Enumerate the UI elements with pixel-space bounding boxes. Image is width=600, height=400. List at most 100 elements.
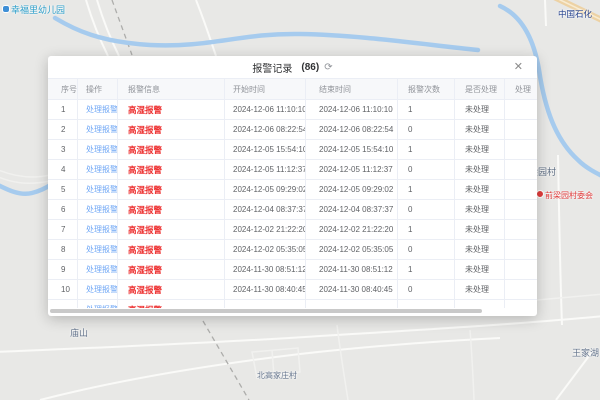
cell-status: 未处理 <box>455 120 505 140</box>
cell-handle <box>505 300 537 308</box>
cell-status: 未处理 <box>455 100 505 120</box>
alarm-type-label: 高湿报警 <box>118 140 225 160</box>
cell-seq: 9 <box>48 260 78 280</box>
handle-alarm-link[interactable]: 处理报警 <box>78 280 118 300</box>
cell-handle <box>505 100 537 120</box>
alarm-type-label: 高湿报警 <box>118 200 225 220</box>
cell-end-time: 2024-11-30 08:51:12 <box>306 260 398 280</box>
handle-alarm-link[interactable]: 处理报警 <box>78 140 118 160</box>
cell-start-time: 2024-12-06 08:22:54 <box>225 120 306 140</box>
cell-end-time: 2024-12-02 05:35:05 <box>306 240 398 260</box>
handle-alarm-link[interactable]: 处理报警 <box>78 100 118 120</box>
cell-handle <box>505 200 537 220</box>
cell-start-time: 2024-12-02 05:35:05 <box>225 240 306 260</box>
cell-end-time: 2024-12-06 08:22:54 <box>306 120 398 140</box>
cell-alarm-count <box>398 300 455 308</box>
cell-start-time <box>225 300 306 308</box>
col-header-info: 报警信息 <box>118 79 225 100</box>
table-row: 6 处理报警 高湿报警 2024-12-04 08:37:37 2024-12-… <box>48 200 537 220</box>
cell-start-time: 2024-12-05 09:29:02 <box>225 180 306 200</box>
cell-start-time: 2024-12-04 08:37:37 <box>225 200 306 220</box>
cell-seq: 6 <box>48 200 78 220</box>
cell-status: 未处理 <box>455 140 505 160</box>
table-row: 2 处理报警 高湿报警 2024-12-06 08:22:54 2024-12-… <box>48 120 537 140</box>
table-row: 10 处理报警 高湿报警 2024-11-30 08:40:45 2024-11… <box>48 280 537 300</box>
col-header-seq: 序号 <box>48 79 78 100</box>
cell-handle <box>505 240 537 260</box>
handle-alarm-link[interactable]: 处理报警 <box>78 120 118 140</box>
cell-alarm-count: 1 <box>398 100 455 120</box>
cell-seq: 1 <box>48 100 78 120</box>
cell-start-time: 2024-11-30 08:40:45 <box>225 280 306 300</box>
cell-end-time: 2024-12-05 09:29:02 <box>306 180 398 200</box>
handle-alarm-link[interactable]: 处理报警 <box>78 200 118 220</box>
col-header-count: 报警次数 <box>398 79 455 100</box>
alarm-type-label: 高湿报警 <box>118 160 225 180</box>
modal-header: 报警记录 (86) ⟳ ✕ <box>48 56 537 78</box>
cell-start-time: 2024-12-02 21:22:20 <box>225 220 306 240</box>
table-row: 处理报警 高湿报警 <box>48 300 537 308</box>
table-row: 7 处理报警 高湿报警 2024-12-02 21:22:20 2024-12-… <box>48 220 537 240</box>
cell-start-time: 2024-12-05 15:54:10 <box>225 140 306 160</box>
cell-alarm-count: 0 <box>398 120 455 140</box>
cell-status: 未处理 <box>455 220 505 240</box>
cell-status: 未处理 <box>455 160 505 180</box>
alarm-type-label: 高湿报警 <box>118 300 225 308</box>
alarm-type-label: 高湿报警 <box>118 240 225 260</box>
handle-alarm-link[interactable]: 处理报警 <box>78 220 118 240</box>
alarm-count-badge: (86) <box>301 62 319 73</box>
cell-alarm-count: 0 <box>398 240 455 260</box>
cell-seq: 2 <box>48 120 78 140</box>
map-label-kindergarten: 幸福里幼儿园 <box>11 6 65 15</box>
cell-end-time: 2024-12-06 11:10:10 <box>306 100 398 120</box>
cell-status: 未处理 <box>455 200 505 220</box>
cell-alarm-count: 0 <box>398 200 455 220</box>
table-row: 5 处理报警 高湿报警 2024-12-05 09:29:02 2024-12-… <box>48 180 537 200</box>
cell-handle <box>505 140 537 160</box>
col-header-end: 结束时间 <box>306 79 398 100</box>
cell-end-time: 2024-12-02 21:22:20 <box>306 220 398 240</box>
cell-alarm-count: 0 <box>398 280 455 300</box>
village-committee-poi-icon <box>536 190 544 198</box>
cell-start-time: 2024-12-05 11:12:37 <box>225 160 306 180</box>
handle-alarm-link[interactable]: 处理报警 <box>78 300 118 308</box>
cell-alarm-count: 1 <box>398 180 455 200</box>
alarm-type-label: 高湿报警 <box>118 100 225 120</box>
cell-status <box>455 300 505 308</box>
refresh-icon[interactable]: ⟳ <box>324 62 332 73</box>
cell-seq: 4 <box>48 160 78 180</box>
close-icon[interactable]: ✕ <box>514 60 523 73</box>
handle-alarm-link[interactable]: 处理报警 <box>78 260 118 280</box>
kindergarten-poi-icon <box>2 5 10 13</box>
handle-alarm-link[interactable]: 处理报警 <box>78 240 118 260</box>
cell-seq: 10 <box>48 280 78 300</box>
cell-seq: 5 <box>48 180 78 200</box>
cell-seq: 8 <box>48 240 78 260</box>
handle-alarm-link[interactable]: 处理报警 <box>78 160 118 180</box>
map-label-sinopec: 中国石化 <box>558 10 592 19</box>
cell-seq: 7 <box>48 220 78 240</box>
cell-handle <box>505 260 537 280</box>
alarm-type-label: 高湿报警 <box>118 280 225 300</box>
cell-status: 未处理 <box>455 260 505 280</box>
cell-handle <box>505 180 537 200</box>
cell-start-time: 2024-11-30 08:51:12 <box>225 260 306 280</box>
cell-end-time: 2024-11-30 08:40:45 <box>306 280 398 300</box>
col-header-action: 操作 <box>78 79 118 100</box>
cell-status: 未处理 <box>455 280 505 300</box>
table-row: 8 处理报警 高湿报警 2024-12-02 05:35:05 2024-12-… <box>48 240 537 260</box>
map-label-beigao-village: 北高家庄村 <box>257 372 297 380</box>
cell-handle <box>505 280 537 300</box>
table-body: 1 处理报警 高湿报警 2024-12-06 11:10:10 2024-12-… <box>48 100 537 308</box>
cell-start-time: 2024-12-06 11:10:10 <box>225 100 306 120</box>
table-row: 4 处理报警 高湿报警 2024-12-05 11:12:37 2024-12-… <box>48 160 537 180</box>
table-row: 1 处理报警 高湿报警 2024-12-06 11:10:10 2024-12-… <box>48 100 537 120</box>
cell-status: 未处理 <box>455 180 505 200</box>
horizontal-scrollbar[interactable] <box>50 309 482 313</box>
cell-end-time: 2024-12-05 11:12:37 <box>306 160 398 180</box>
cell-end-time <box>306 300 398 308</box>
cell-seq <box>48 300 78 308</box>
cell-end-time: 2024-12-05 15:54:10 <box>306 140 398 160</box>
handle-alarm-link[interactable]: 处理报警 <box>78 180 118 200</box>
cell-handle <box>505 220 537 240</box>
